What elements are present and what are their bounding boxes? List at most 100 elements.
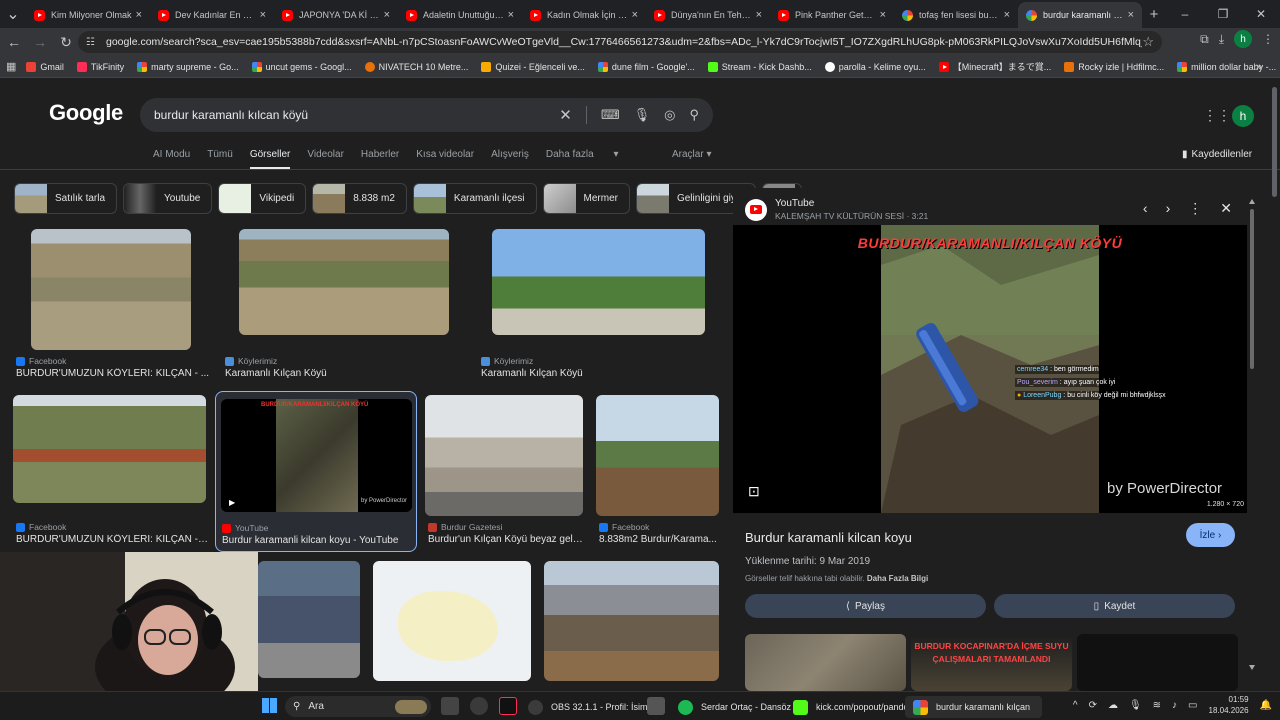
result-caption[interactable]: Karamanlı Kılçan Köyü [481, 368, 716, 379]
browser-tab[interactable]: Pink Panther Gets Cle × [770, 2, 894, 28]
result-caption[interactable]: 8.838m2 Burdur/Karama... [599, 534, 719, 545]
result-image[interactable]: BURDUR/KARAMANLI/KILÇAN KÖYÜ ▶ by PowerD… [221, 399, 412, 512]
search-input[interactable]: burdur karamanlı kılcan köyü [154, 108, 559, 122]
image-result[interactable]: Köylerimiz Karamanlı Kılçan Köyü [224, 229, 464, 384]
browser-menu-icon[interactable]: ⋮ [1262, 32, 1274, 46]
tab-all[interactable]: Tümü [207, 149, 233, 170]
clock[interactable]: 01:59 18.04.2026 [1209, 694, 1249, 716]
result-image[interactable] [258, 561, 360, 678]
chatgpt-icon[interactable] [470, 697, 488, 715]
tab-images[interactable]: Görseller [249, 149, 291, 170]
chip[interactable]: Mermer [542, 183, 630, 214]
tab-news[interactable]: Haberler [361, 149, 399, 170]
related-image[interactable] [1077, 634, 1238, 691]
browser-tab[interactable]: tofaş fen lisesi bursa × [894, 2, 1018, 28]
tab-videos[interactable]: Videolar [307, 149, 344, 170]
result-caption[interactable]: BURDUR'UMUZUN KÖYLERİ: KILÇAN - ... [16, 534, 208, 545]
chip[interactable]: Karamanlı ilçesi [412, 183, 537, 214]
browser-tab[interactable]: Dev Kadınlar En Güçlü× [150, 2, 274, 28]
taskbar-app-active[interactable]: burdur karamanlı kılçan [905, 696, 1043, 718]
tab-shopping[interactable]: Alışveriş [491, 149, 529, 170]
lens-search-icon[interactable]: ⊡ [748, 483, 760, 500]
back-icon[interactable]: ← [2, 30, 26, 54]
wifi-icon[interactable]: ≋ [1153, 700, 1161, 711]
tab-search-button[interactable]: ⌄ [0, 0, 26, 28]
browser-tab-active[interactable]: burdur karamanlı kılç × [1018, 2, 1142, 28]
bookmark-item[interactable]: uncut gems - Googl... [251, 61, 352, 72]
image-result[interactable]: Köylerimiz Karamanlı Kılçan Köyü [480, 229, 720, 384]
tab-more[interactable]: Daha fazla ▾ [546, 149, 619, 170]
result-image[interactable] [239, 229, 449, 335]
taskbar-app[interactable]: OBS 32.1.1 - Profil: İsimsi [528, 696, 654, 718]
microphone-icon[interactable]: 🎙 [634, 107, 651, 123]
google-logo[interactable]: Google [49, 100, 123, 126]
close-tab-icon[interactable]: × [632, 9, 638, 21]
windows-start-icon[interactable] [262, 698, 277, 713]
next-icon[interactable]: › [1166, 200, 1171, 217]
bookmark-item[interactable]: dune film - Google'... [597, 61, 695, 72]
previous-icon[interactable]: ‹ [1143, 200, 1148, 217]
result-image[interactable] [544, 561, 719, 681]
panel-site-name[interactable]: YouTube [775, 198, 928, 209]
minimize-icon[interactable]: – [1166, 7, 1204, 21]
browser-tab[interactable]: Kim Milyoner Olmak × [26, 2, 150, 28]
tools-button[interactable]: Araçlar ▾ [672, 149, 712, 160]
restore-icon[interactable]: ❐ [1204, 7, 1242, 21]
apps-icon[interactable]: ▦ [6, 60, 16, 73]
image-result[interactable]: Facebook 8.838m2 Burdur/Karama... [596, 395, 721, 550]
microphone-icon[interactable]: 🎙 [1129, 700, 1142, 711]
result-caption[interactable]: BURDUR'UMUZUN KÖYLERİ: KILÇAN - ... [16, 368, 211, 379]
close-tab-icon[interactable]: × [1004, 9, 1010, 21]
close-tab-icon[interactable]: × [1128, 9, 1134, 21]
image-result[interactable] [544, 561, 720, 681]
result-caption[interactable]: Burdur karamanli kilcan koyu - YouTube [222, 535, 414, 546]
more-bookmarks-icon[interactable]: » [1256, 61, 1262, 73]
result-caption[interactable]: Burdur'un Kılçan Köyü beyaz geli... [428, 534, 583, 545]
panel-title[interactable]: Burdur karamanli kilcan koyu [745, 530, 912, 545]
url-text[interactable]: google.com/search?sca_esv=cae195b5388b7c… [106, 36, 1142, 48]
notifications-icon[interactable]: 🔔 [1260, 700, 1272, 711]
volume-icon[interactable]: ♪ [1172, 700, 1177, 711]
keyboard-icon[interactable]: ⌨ [601, 107, 620, 123]
share-button[interactable]: ⟨ Paylaş [745, 594, 986, 618]
image-result[interactable]: Burdur Gazetesi Burdur'un Kılçan Köyü be… [425, 395, 585, 550]
taskbar-search[interactable]: ⚲ Ara [285, 696, 431, 717]
profile-avatar[interactable]: h [1234, 30, 1252, 48]
download-icon[interactable]: ⤓ [1219, 32, 1224, 47]
battery-icon[interactable]: ▭ [1188, 700, 1197, 711]
onedrive-icon[interactable]: ☁ [1108, 700, 1118, 711]
saved-button[interactable]: ▮ Kaydedilenler [1182, 149, 1252, 160]
image-result[interactable] [258, 561, 362, 679]
bookmark-item[interactable]: marty supreme - Go... [137, 61, 239, 72]
forward-icon[interactable]: → [28, 30, 52, 54]
page-scrollbar[interactable] [1272, 87, 1277, 197]
close-panel-icon[interactable]: ✕ [1220, 200, 1232, 217]
bookmark-item[interactable]: Gmail [26, 61, 64, 72]
result-image[interactable] [492, 229, 705, 335]
task-view-icon[interactable] [441, 697, 459, 715]
close-tab-icon[interactable]: × [508, 9, 514, 21]
address-bar[interactable]: ☷ google.com/search?sca_esv=cae195b5388b… [78, 31, 1162, 53]
reload-icon[interactable]: ↻ [54, 30, 78, 54]
clear-icon[interactable]: ✕ [559, 106, 572, 124]
account-avatar[interactable]: h [1232, 105, 1254, 127]
tiktok-icon[interactable] [499, 697, 517, 715]
result-image[interactable] [373, 561, 531, 681]
close-tab-icon[interactable]: × [136, 9, 142, 21]
close-tab-icon[interactable]: × [260, 9, 266, 21]
image-result[interactable] [373, 561, 533, 681]
browser-tab[interactable]: Kadın Olmak İçin Bun × [522, 2, 646, 28]
bookmark-item[interactable]: Quizei - Eğlenceli ve... [481, 61, 585, 72]
result-image[interactable] [13, 395, 206, 503]
bookmark-item[interactable]: Stream - Kick Dashb... [707, 61, 812, 72]
close-tab-icon[interactable]: × [384, 9, 390, 21]
preview-image[interactable]: BURDUR/KARAMANLI/KILÇAN KÖYÜ cemree34 : … [733, 225, 1247, 513]
close-window-icon[interactable]: ✕ [1242, 7, 1280, 21]
chip[interactable]: Youtube [123, 183, 213, 214]
site-info-icon[interactable]: ☷ [86, 37, 100, 48]
browser-tab[interactable]: JAPONYA 'DA Kİ BU C× [274, 2, 398, 28]
browser-tab[interactable]: Adaletin Unuttuğu Yü × [398, 2, 522, 28]
taskbar-app[interactable]: kick.com/popout/pando [793, 696, 909, 718]
result-image[interactable] [31, 229, 191, 350]
result-caption[interactable]: Karamanlı Kılçan Köyü [225, 368, 460, 379]
